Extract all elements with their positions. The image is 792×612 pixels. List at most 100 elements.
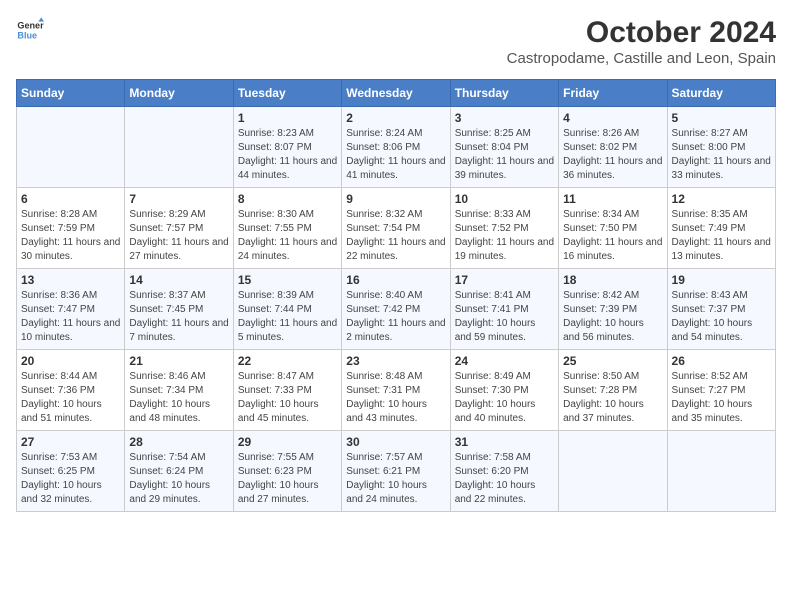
day-info: Sunrise: 8:24 AM Sunset: 8:06 PM Dayligh…: [346, 127, 445, 183]
header-day-sunday: Sunday: [17, 80, 125, 107]
calendar-cell: 11 Sunrise: 8:34 AM Sunset: 7:50 PM Dayli…: [559, 188, 667, 269]
calendar-cell: 8 Sunrise: 8:30 AM Sunset: 7:55 PM Daylig…: [233, 188, 341, 269]
calendar-week-row: 20 Sunrise: 8:44 AM Sunset: 7:36 PM Dayli…: [17, 350, 776, 431]
calendar-cell: 30Sunrise: 7:57 AM Sunset: 6:21 PM Dayli…: [342, 431, 450, 512]
day-info: Sunrise: 8:28 AM Sunset: 7:59 PM Dayligh…: [21, 208, 120, 264]
calendar-cell: 5 Sunrise: 8:27 AM Sunset: 8:00 PM Daylig…: [667, 107, 775, 188]
day-number: 27: [21, 435, 120, 449]
day-info: Sunrise: 8:37 AM Sunset: 7:45 PM Dayligh…: [129, 289, 228, 345]
day-info: Sunrise: 7:55 AM Sunset: 6:23 PM Dayligh…: [238, 451, 337, 507]
day-info: Sunrise: 7:57 AM Sunset: 6:21 PM Dayligh…: [346, 451, 445, 507]
day-number: 23: [346, 354, 445, 368]
calendar-cell: 21Sunrise: 8:46 AM Sunset: 7:34 PM Dayli…: [125, 350, 233, 431]
calendar-cell: 20 Sunrise: 8:44 AM Sunset: 7:36 PM Dayli…: [17, 350, 125, 431]
calendar-cell: 29Sunrise: 7:55 AM Sunset: 6:23 PM Dayli…: [233, 431, 341, 512]
header-day-saturday: Saturday: [667, 80, 775, 107]
day-number: 10: [455, 192, 554, 206]
calendar-cell: 2 Sunrise: 8:24 AM Sunset: 8:06 PM Daylig…: [342, 107, 450, 188]
calendar-cell: 22Sunrise: 8:47 AM Sunset: 7:33 PM Dayli…: [233, 350, 341, 431]
day-number: 28: [129, 435, 228, 449]
calendar-week-row: 13Sunrise: 8:36 AM Sunset: 7:47 PM Dayli…: [17, 269, 776, 350]
day-info: Sunrise: 8:26 AM Sunset: 8:02 PM Dayligh…: [563, 127, 662, 183]
day-number: 7: [129, 192, 228, 206]
day-info: Sunrise: 8:23 AM Sunset: 8:07 PM Dayligh…: [238, 127, 337, 183]
day-info: Sunrise: 8:49 AM Sunset: 7:30 PM Dayligh…: [455, 370, 554, 426]
svg-text:Blue: Blue: [17, 30, 37, 40]
calendar-cell: 31 Sunrise: 7:58 AM Sunset: 6:20 PM Dayli…: [450, 431, 558, 512]
day-info: Sunrise: 8:34 AM Sunset: 7:50 PM Dayligh…: [563, 208, 662, 264]
calendar-cell: 27 Sunrise: 7:53 AM Sunset: 6:25 PM Dayli…: [17, 431, 125, 512]
day-info: Sunrise: 8:33 AM Sunset: 7:52 PM Dayligh…: [455, 208, 554, 264]
day-number: 5: [672, 111, 771, 125]
calendar-cell: 25Sunrise: 8:50 AM Sunset: 7:28 PM Dayli…: [559, 350, 667, 431]
calendar-cell: 16Sunrise: 8:40 AM Sunset: 7:42 PM Dayli…: [342, 269, 450, 350]
day-info: Sunrise: 8:25 AM Sunset: 8:04 PM Dayligh…: [455, 127, 554, 183]
day-info: Sunrise: 7:54 AM Sunset: 6:24 PM Dayligh…: [129, 451, 228, 507]
day-info: Sunrise: 8:29 AM Sunset: 7:57 PM Dayligh…: [129, 208, 228, 264]
calendar-cell: 12 Sunrise: 8:35 AM Sunset: 7:49 PM Dayli…: [667, 188, 775, 269]
day-number: 15: [238, 273, 337, 287]
day-number: 18: [563, 273, 662, 287]
day-info: Sunrise: 8:39 AM Sunset: 7:44 PM Dayligh…: [238, 289, 337, 345]
day-info: Sunrise: 8:27 AM Sunset: 8:00 PM Dayligh…: [672, 127, 771, 183]
day-number: 11: [563, 192, 662, 206]
calendar-cell: 19 Sunrise: 8:43 AM Sunset: 7:37 PM Dayli…: [667, 269, 775, 350]
calendar-cell: 28 Sunrise: 7:54 AM Sunset: 6:24 PM Dayli…: [125, 431, 233, 512]
calendar-cell: [17, 107, 125, 188]
header-day-monday: Monday: [125, 80, 233, 107]
calendar-cell: 7 Sunrise: 8:29 AM Sunset: 7:57 PM Daylig…: [125, 188, 233, 269]
calendar-cell: 18 Sunrise: 8:42 AM Sunset: 7:39 PM Dayli…: [559, 269, 667, 350]
day-info: Sunrise: 8:32 AM Sunset: 7:54 PM Dayligh…: [346, 208, 445, 264]
calendar-cell: 4 Sunrise: 8:26 AM Sunset: 8:02 PM Daylig…: [559, 107, 667, 188]
day-number: 12: [672, 192, 771, 206]
day-number: 24: [455, 354, 554, 368]
day-info: Sunrise: 8:35 AM Sunset: 7:49 PM Dayligh…: [672, 208, 771, 264]
calendar-cell: 15 Sunrise: 8:39 AM Sunset: 7:44 PM Dayli…: [233, 269, 341, 350]
day-number: 14: [129, 273, 228, 287]
calendar-week-row: 6 Sunrise: 8:28 AM Sunset: 7:59 PM Daylig…: [17, 188, 776, 269]
logo-icon: General Blue: [16, 16, 44, 44]
calendar-cell: [559, 431, 667, 512]
day-number: 9: [346, 192, 445, 206]
header-day-tuesday: Tuesday: [233, 80, 341, 107]
calendar-header-row: SundayMondayTuesdayWednesdayThursdayFrid…: [17, 80, 776, 107]
day-number: 31: [455, 435, 554, 449]
header-day-wednesday: Wednesday: [342, 80, 450, 107]
calendar-body: 1 Sunrise: 8:23 AM Sunset: 8:07 PM Daylig…: [17, 107, 776, 512]
calendar-cell: 13Sunrise: 8:36 AM Sunset: 7:47 PM Dayli…: [17, 269, 125, 350]
logo: General Blue: [16, 16, 44, 44]
calendar-cell: 17Sunrise: 8:41 AM Sunset: 7:41 PM Dayli…: [450, 269, 558, 350]
subtitle: Castropodame, Castille and Leon, Spain: [507, 50, 776, 67]
day-number: 3: [455, 111, 554, 125]
day-number: 17: [455, 273, 554, 287]
calendar-cell: 6 Sunrise: 8:28 AM Sunset: 7:59 PM Daylig…: [17, 188, 125, 269]
day-info: Sunrise: 8:42 AM Sunset: 7:39 PM Dayligh…: [563, 289, 662, 345]
day-info: Sunrise: 8:43 AM Sunset: 7:37 PM Dayligh…: [672, 289, 771, 345]
day-number: 21: [129, 354, 228, 368]
day-info: Sunrise: 7:58 AM Sunset: 6:20 PM Dayligh…: [455, 451, 554, 507]
day-number: 6: [21, 192, 120, 206]
day-number: 1: [238, 111, 337, 125]
header-day-friday: Friday: [559, 80, 667, 107]
svg-text:General: General: [17, 21, 44, 31]
day-number: 25: [563, 354, 662, 368]
calendar-week-row: 1 Sunrise: 8:23 AM Sunset: 8:07 PM Daylig…: [17, 107, 776, 188]
header: General Blue October 2024 Castropodame, …: [16, 16, 776, 67]
calendar-cell: 3 Sunrise: 8:25 AM Sunset: 8:04 PM Daylig…: [450, 107, 558, 188]
day-info: Sunrise: 8:48 AM Sunset: 7:31 PM Dayligh…: [346, 370, 445, 426]
calendar-cell: 14 Sunrise: 8:37 AM Sunset: 7:45 PM Dayli…: [125, 269, 233, 350]
day-info: Sunrise: 8:47 AM Sunset: 7:33 PM Dayligh…: [238, 370, 337, 426]
day-number: 2: [346, 111, 445, 125]
day-number: 8: [238, 192, 337, 206]
day-number: 20: [21, 354, 120, 368]
day-info: Sunrise: 8:30 AM Sunset: 7:55 PM Dayligh…: [238, 208, 337, 264]
calendar-week-row: 27 Sunrise: 7:53 AM Sunset: 6:25 PM Dayli…: [17, 431, 776, 512]
day-info: Sunrise: 7:53 AM Sunset: 6:25 PM Dayligh…: [21, 451, 120, 507]
calendar-cell: [667, 431, 775, 512]
day-info: Sunrise: 8:44 AM Sunset: 7:36 PM Dayligh…: [21, 370, 120, 426]
day-info: Sunrise: 8:40 AM Sunset: 7:42 PM Dayligh…: [346, 289, 445, 345]
day-number: 4: [563, 111, 662, 125]
calendar-cell: 9 Sunrise: 8:32 AM Sunset: 7:54 PM Daylig…: [342, 188, 450, 269]
day-number: 19: [672, 273, 771, 287]
day-number: 13: [21, 273, 120, 287]
